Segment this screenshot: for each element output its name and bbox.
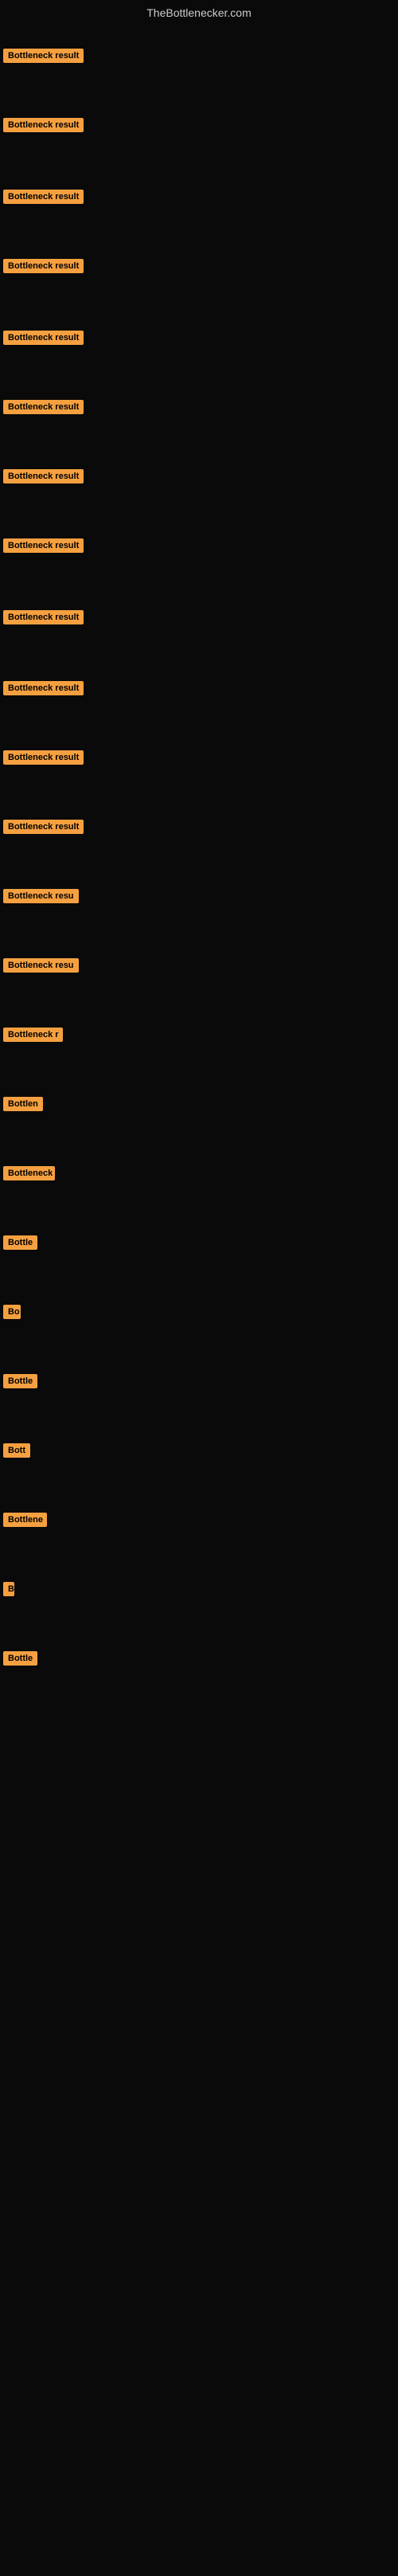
bottleneck-result-badge[interactable]: Bottleneck result [3,49,84,67]
site-title: TheBottlenecker.com [0,0,398,27]
bottleneck-result-badge[interactable]: Bottleneck resu [3,889,79,907]
bottleneck-result-badge[interactable]: Bo [3,1305,21,1323]
bottleneck-result-badge[interactable]: Bottleneck resu [3,958,79,977]
bottleneck-result-badge[interactable]: Bottleneck result [3,538,84,557]
bottleneck-result-badge[interactable]: Bottleneck result [3,400,84,418]
bottleneck-result-badge[interactable]: Bottleneck result [3,190,84,208]
bottleneck-result-badge[interactable]: Bottleneck result [3,820,84,838]
bottleneck-result-badge[interactable]: Bottle [3,1374,37,1392]
bottleneck-result-badge[interactable]: Bottleneck result [3,750,84,769]
bottleneck-result-badge[interactable]: Bottle [3,1651,37,1670]
bottleneck-result-badge[interactable]: B [3,1582,14,1600]
bottleneck-result-badge[interactable]: Bottlen [3,1097,43,1115]
badges-container: Bottleneck result Bottleneck result Bottle… [0,27,398,2576]
bottleneck-result-badge[interactable]: Bottleneck result [3,259,84,277]
bottleneck-result-badge[interactable]: Bottleneck [3,1166,55,1184]
bottleneck-result-badge[interactable]: Bottleneck result [3,118,84,136]
bottleneck-result-badge[interactable]: Bottleneck result [3,469,84,487]
bottleneck-result-badge[interactable]: Bottleneck result [3,331,84,349]
bottleneck-result-badge[interactable]: Bottlene [3,1513,47,1531]
bottleneck-result-badge[interactable]: Bottle [3,1235,37,1254]
bottleneck-result-badge[interactable]: Bottleneck result [3,681,84,699]
bottleneck-result-badge[interactable]: Bottleneck r [3,1028,63,1046]
bottleneck-result-badge[interactable]: Bott [3,1443,30,1462]
bottleneck-result-badge[interactable]: Bottleneck result [3,610,84,628]
